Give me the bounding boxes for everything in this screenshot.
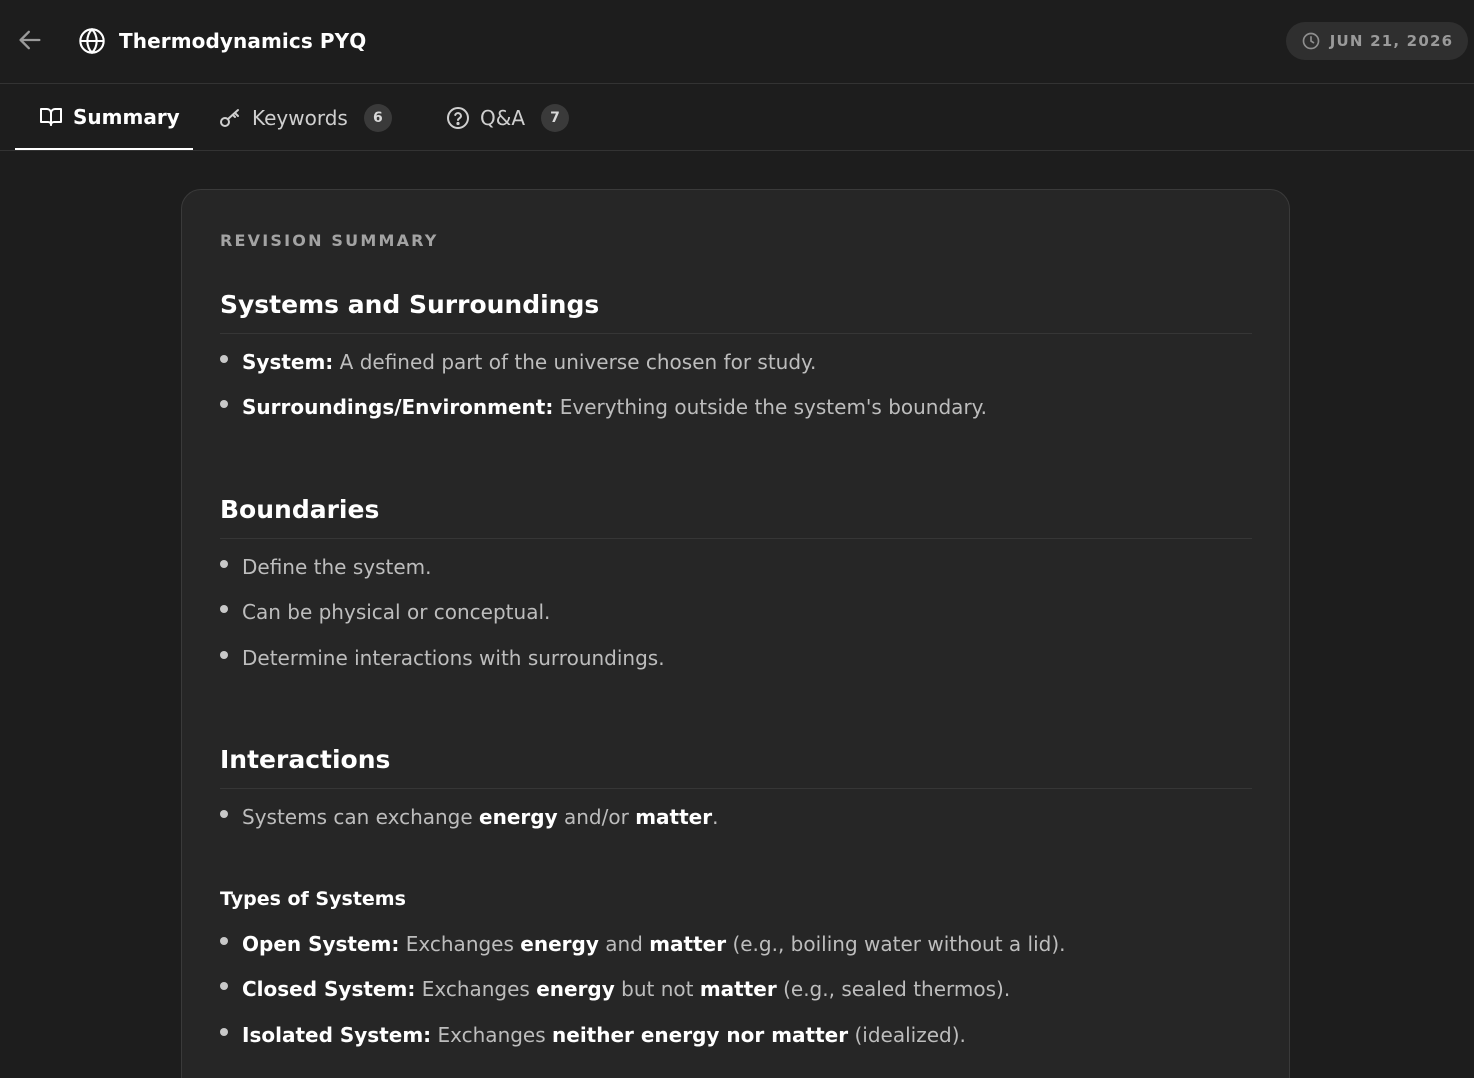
list-text: (e.g., boiling water without a lid). [726,932,1066,956]
bold-text: energy [479,805,558,829]
keywords-count-badge: 6 [363,103,392,132]
list-item: Surroundings/Environment: Everything out… [220,392,1252,422]
list-text: Define the system. [242,555,432,579]
bullet [220,1028,228,1036]
list-text: Can be physical or conceptual. [242,600,551,624]
top-bar: Thermodynamics PYQ JUN 21, 2026 [0,0,1474,84]
list-item: Define the system. [220,552,1252,582]
definition: A defined part of the universe chosen fo… [333,350,817,374]
bullet [220,400,228,408]
tab-summary[interactable]: Summary [15,85,193,150]
term: Isolated System: [242,1023,432,1047]
date-text: JUN 21, 2026 [1329,32,1454,50]
bold-text: neither energy nor matter [552,1023,849,1047]
list-text: Exchanges [399,932,521,956]
bullet [220,560,228,568]
tab-keywords[interactable]: Keywords 6 [218,85,392,150]
list-item: Systems can exchange energy and/or matte… [220,802,1252,832]
bullet [220,355,228,363]
definition: Everything outside the system's boundary… [553,395,988,419]
list-text: and [598,932,650,956]
tab-keywords-label: Keywords [252,105,348,130]
list-text: Systems can exchange [242,805,480,829]
term: System: [242,350,334,374]
list-item: System: A defined part of the universe c… [220,347,1252,377]
section-heading-systems: Systems and Surroundings [220,288,1252,334]
bold-text: matter [699,977,777,1001]
list-text: Exchanges [431,1023,553,1047]
list-item: Can be physical or conceptual. [220,597,1252,627]
document-title-group: Thermodynamics PYQ [78,26,366,56]
list-text: Determine interactions with surroundings… [242,646,665,670]
tab-bar: Summary Keywords 6 Q&A 7 [0,85,1474,151]
subheading-types-of-systems: Types of Systems [220,888,406,910]
summary-card: REVISION SUMMARY Systems and Surrounding… [181,189,1290,1078]
bullet [220,605,228,613]
date-badge: JUN 21, 2026 [1286,22,1468,60]
tab-qa-label: Q&A [480,105,526,130]
bullet [220,982,228,990]
list-item: Closed System: Exchanges energy but not … [220,974,1252,1004]
bold-text: matter [635,805,713,829]
term: Open System: [242,932,400,956]
clock-icon [1302,32,1320,50]
bullet [220,937,228,945]
back-button[interactable] [14,24,46,56]
term: Surroundings/Environment: [242,395,554,419]
summary-eyebrow: REVISION SUMMARY [220,231,439,250]
list-item: Open System: Exchanges energy and matter… [220,929,1252,959]
arrow-left-icon [19,30,41,50]
help-circle-icon [447,106,469,129]
bold-text: energy [536,977,615,1001]
globe-icon [79,27,105,55]
qa-count-badge: 7 [541,103,570,132]
tab-qa[interactable]: Q&A 7 [446,85,570,150]
list-text: and/or [557,805,636,829]
list-text: . [712,805,719,829]
page-title: Thermodynamics PYQ [119,29,367,53]
list-item: Determine interactions with surroundings… [220,643,1252,673]
bold-text: matter [649,932,727,956]
bold-text: energy [520,932,599,956]
section-heading-interactions: Interactions [220,743,1252,789]
key-icon [220,108,239,127]
list-text: (idealized). [848,1023,966,1047]
book-open-icon [40,107,62,126]
list-text: Exchanges [415,977,537,1001]
tab-summary-label: Summary [73,104,180,129]
bullet [220,651,228,659]
list-text: (e.g., sealed thermos). [776,977,1011,1001]
list-text: but not [614,977,700,1001]
list-item: Isolated System: Exchanges neither energ… [220,1020,1252,1050]
section-heading-boundaries: Boundaries [220,493,1252,539]
term: Closed System: [242,977,416,1001]
bullet [220,810,228,818]
